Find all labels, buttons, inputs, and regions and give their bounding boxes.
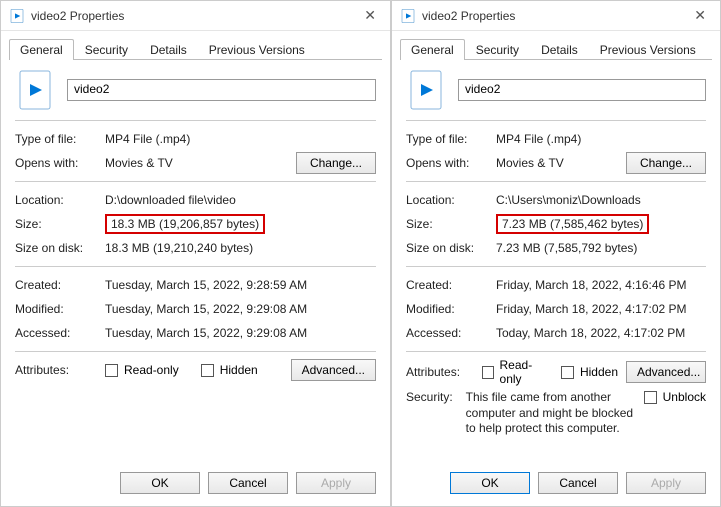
opens-with-label: Opens with: xyxy=(406,156,492,170)
readonly-checkbox[interactable]: Read-only xyxy=(105,363,179,377)
modified-label: Modified: xyxy=(406,302,492,316)
checkbox-icon xyxy=(482,366,493,379)
location-label: Location: xyxy=(406,193,492,207)
tab-content: video2 Type of file: MP4 File (.mp4) Open… xyxy=(1,60,390,464)
checkbox-icon xyxy=(105,364,118,377)
video-file-icon xyxy=(400,8,416,24)
size-on-disk-label: Size on disk: xyxy=(15,241,101,255)
tab-general[interactable]: General xyxy=(9,39,74,60)
size-label: Size: xyxy=(15,217,101,231)
divider xyxy=(15,266,376,267)
size-on-disk-value: 18.3 MB (19,210,240 bytes) xyxy=(105,241,376,255)
size-value: 18.3 MB (19,206,857 bytes) xyxy=(105,214,265,234)
type-label: Type of file: xyxy=(15,132,101,146)
divider xyxy=(15,351,376,352)
location-value: D:\downloaded file\video xyxy=(105,193,376,207)
tab-details[interactable]: Details xyxy=(139,39,198,60)
video-file-icon xyxy=(9,8,25,24)
readonly-label: Read-only xyxy=(500,358,545,386)
created-label: Created: xyxy=(15,278,101,292)
properties-dialog-right: video2 Properties ✕ General Security Det… xyxy=(391,0,721,507)
tab-security[interactable]: Security xyxy=(74,39,139,60)
divider xyxy=(15,120,376,121)
accessed-value: Today, March 18, 2022, 4:17:02 PM xyxy=(496,326,706,340)
filename-input[interactable]: video2 xyxy=(67,79,376,101)
close-icon[interactable]: ✕ xyxy=(686,5,714,26)
apply-button[interactable]: Apply xyxy=(626,472,706,494)
unblock-checkbox[interactable]: Unblock xyxy=(644,390,706,404)
accessed-value: Tuesday, March 15, 2022, 9:29:08 AM xyxy=(105,326,376,340)
attributes-label: Attributes: xyxy=(406,365,478,379)
window-title: video2 Properties xyxy=(422,9,515,23)
tabstrip: General Security Details Previous Versio… xyxy=(392,31,720,60)
change-button[interactable]: Change... xyxy=(626,152,706,174)
change-button[interactable]: Change... xyxy=(296,152,376,174)
window-title: video2 Properties xyxy=(31,9,124,23)
hidden-label: Hidden xyxy=(220,363,258,377)
advanced-button[interactable]: Advanced... xyxy=(291,359,376,381)
security-label: Security: xyxy=(406,390,462,404)
filetype-icon xyxy=(19,70,51,110)
tab-previous-versions[interactable]: Previous Versions xyxy=(198,39,316,60)
ok-button[interactable]: OK xyxy=(450,472,530,494)
hidden-label: Hidden xyxy=(580,365,618,379)
titlebar[interactable]: video2 Properties ✕ xyxy=(1,1,390,31)
location-value: C:\Users\moniz\Downloads xyxy=(496,193,706,207)
type-value: MP4 File (.mp4) xyxy=(105,132,376,146)
tab-details[interactable]: Details xyxy=(530,39,589,60)
titlebar[interactable]: video2 Properties ✕ xyxy=(392,1,720,31)
readonly-checkbox[interactable]: Read-only xyxy=(482,358,544,386)
properties-dialog-left: video2 Properties ✕ General Security Det… xyxy=(0,0,391,507)
created-label: Created: xyxy=(406,278,492,292)
cancel-button[interactable]: Cancel xyxy=(208,472,288,494)
divider xyxy=(406,120,706,121)
created-value: Tuesday, March 15, 2022, 9:28:59 AM xyxy=(105,278,376,292)
attributes-label: Attributes: xyxy=(15,363,101,377)
checkbox-icon xyxy=(561,366,574,379)
location-label: Location: xyxy=(15,193,101,207)
unblock-label: Unblock xyxy=(663,390,706,404)
tab-previous-versions[interactable]: Previous Versions xyxy=(589,39,707,60)
hidden-checkbox[interactable]: Hidden xyxy=(561,365,618,379)
accessed-label: Accessed: xyxy=(15,326,101,340)
cancel-button[interactable]: Cancel xyxy=(538,472,618,494)
opens-with-value: Movies & TV xyxy=(496,156,622,170)
hidden-checkbox[interactable]: Hidden xyxy=(201,363,258,377)
advanced-button[interactable]: Advanced... xyxy=(626,361,706,383)
tabstrip: General Security Details Previous Versio… xyxy=(1,31,390,60)
type-label: Type of file: xyxy=(406,132,492,146)
opens-with-label: Opens with: xyxy=(15,156,101,170)
modified-value: Tuesday, March 15, 2022, 9:29:08 AM xyxy=(105,302,376,316)
button-bar: OK Cancel Apply xyxy=(392,464,720,506)
divider xyxy=(15,181,376,182)
checkbox-icon xyxy=(201,364,214,377)
ok-button[interactable]: OK xyxy=(120,472,200,494)
button-bar: OK Cancel Apply xyxy=(1,464,390,506)
tab-content: video2 Type of file: MP4 File (.mp4) Open… xyxy=(392,60,720,464)
size-on-disk-value: 7.23 MB (7,585,792 bytes) xyxy=(496,241,706,255)
modified-value: Friday, March 18, 2022, 4:17:02 PM xyxy=(496,302,706,316)
divider xyxy=(406,266,706,267)
modified-label: Modified: xyxy=(15,302,101,316)
apply-button[interactable]: Apply xyxy=(296,472,376,494)
divider xyxy=(406,351,706,352)
security-note: This file came from another computer and… xyxy=(466,390,636,437)
size-on-disk-label: Size on disk: xyxy=(406,241,492,255)
size-value: 7.23 MB (7,585,462 bytes) xyxy=(496,214,649,234)
type-value: MP4 File (.mp4) xyxy=(496,132,706,146)
checkbox-icon xyxy=(644,391,657,404)
tab-general[interactable]: General xyxy=(400,39,465,60)
divider xyxy=(406,181,706,182)
filetype-icon xyxy=(410,70,442,110)
close-icon[interactable]: ✕ xyxy=(356,5,384,26)
filename-input[interactable]: video2 xyxy=(458,79,706,101)
created-value: Friday, March 18, 2022, 4:16:46 PM xyxy=(496,278,706,292)
readonly-label: Read-only xyxy=(124,363,179,377)
size-label: Size: xyxy=(406,217,492,231)
tab-security[interactable]: Security xyxy=(465,39,530,60)
opens-with-value: Movies & TV xyxy=(105,156,292,170)
accessed-label: Accessed: xyxy=(406,326,492,340)
